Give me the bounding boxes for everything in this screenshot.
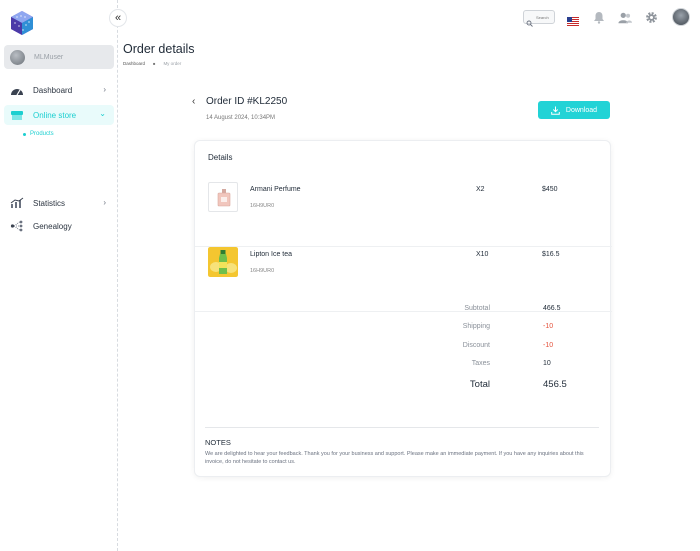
item-name: Lipton Ice tea bbox=[250, 251, 293, 258]
order-details-card: Details Armani Perfume 16H9UR0 X2 $450 L bbox=[194, 140, 612, 477]
search-input[interactable] bbox=[536, 14, 554, 20]
bullet-dot-icon bbox=[23, 132, 26, 136]
genealogy-tree-icon bbox=[10, 220, 24, 232]
sidebar-user-card[interactable]: MLMuser bbox=[4, 45, 114, 69]
item-sku: 16H9UR0 bbox=[250, 268, 275, 274]
user-name: MLMuser bbox=[34, 53, 64, 61]
product-thumbnail bbox=[208, 247, 238, 277]
statistics-chart-icon bbox=[10, 197, 24, 209]
chevron-right-icon: › bbox=[103, 198, 106, 207]
order-id: Order ID #KL2250 bbox=[206, 96, 288, 107]
chevron-down-icon: ⌄ bbox=[99, 109, 106, 118]
sidebar-item-statistics[interactable]: Statistics › bbox=[4, 193, 114, 213]
dashboard-gauge-icon bbox=[10, 84, 24, 96]
sidebar-item-label: Dashboard bbox=[33, 85, 73, 95]
summary-row-total: Total 456.5 bbox=[195, 379, 612, 391]
double-chevron-left-icon: « bbox=[114, 12, 122, 24]
sidebar-item-label: Online store bbox=[33, 110, 77, 120]
search-box[interactable] bbox=[523, 10, 555, 27]
notification-bell-icon[interactable] bbox=[592, 10, 606, 24]
sidebar-item-dashboard[interactable]: Dashboard › bbox=[4, 80, 114, 100]
page-title: Order details bbox=[123, 42, 195, 56]
list-item: Armani Perfume 16H9UR0 X2 $450 bbox=[195, 182, 612, 247]
sidebar-item-label: Genealogy bbox=[33, 221, 72, 231]
list-item: Lipton Ice tea 16H9UR0 X10 $16.5 bbox=[195, 247, 612, 312]
profile-avatar[interactable] bbox=[672, 8, 690, 26]
item-name: Armani Perfume bbox=[250, 186, 301, 193]
users-group-icon[interactable] bbox=[618, 10, 632, 24]
item-sku: 16H9UR0 bbox=[250, 203, 275, 209]
notes-title: NOTES bbox=[205, 438, 231, 447]
perfume-bottle-icon bbox=[217, 189, 231, 207]
item-price: $16.5 bbox=[542, 251, 560, 258]
user-avatar bbox=[10, 49, 25, 65]
download-icon bbox=[551, 106, 560, 115]
sidebar-item-label: Statistics bbox=[33, 198, 66, 208]
sidebar: MLMuser Dashboard › Online store ⌄ Produ… bbox=[0, 0, 118, 551]
summary-value: 466.5 bbox=[543, 305, 561, 312]
online-store-icon bbox=[10, 109, 24, 121]
summary-label: Subtotal bbox=[464, 305, 490, 312]
order-date: 14 August 2024, 10:34PM bbox=[206, 115, 276, 121]
breadcrumb: Dashboard ■ My order bbox=[123, 61, 181, 66]
summary-row-shipping: Shipping -10 bbox=[195, 323, 612, 335]
item-quantity: X2 bbox=[476, 186, 485, 193]
notes-text: We are delighted to hear your feedback. … bbox=[205, 451, 584, 465]
breadcrumb-separator-icon: ■ bbox=[153, 61, 156, 66]
summary-row-discount: Discount -10 bbox=[195, 342, 612, 354]
download-button[interactable]: Download bbox=[538, 101, 610, 119]
item-quantity: X10 bbox=[476, 251, 489, 258]
topbar bbox=[523, 8, 690, 27]
sidebar-subitem-label: Products bbox=[30, 131, 54, 137]
breadcrumb-item-dashboard[interactable]: Dashboard bbox=[123, 61, 145, 66]
item-price: $450 bbox=[542, 186, 558, 193]
breadcrumb-item-current: My order bbox=[163, 61, 182, 66]
summary-label: Shipping bbox=[462, 323, 490, 330]
summary-value: -10 bbox=[543, 342, 554, 349]
ice-tea-bottle-icon bbox=[208, 247, 238, 277]
summary-value: -10 bbox=[543, 323, 554, 330]
summary-label: Taxes bbox=[471, 360, 490, 367]
chevron-right-icon: › bbox=[103, 85, 106, 94]
summary-row-subtotal: Subtotal 466.5 bbox=[195, 305, 612, 317]
summary-label: Discount bbox=[462, 342, 490, 349]
details-title: Details bbox=[208, 153, 233, 162]
download-label: Download bbox=[565, 106, 598, 114]
summary-value: 456.5 bbox=[543, 379, 567, 390]
search-icon bbox=[526, 14, 533, 27]
sidebar-collapse-button[interactable]: « bbox=[109, 9, 127, 27]
us-flag-icon[interactable] bbox=[567, 13, 579, 26]
notes-divider bbox=[205, 427, 599, 428]
sidebar-item-genealogy[interactable]: Genealogy bbox=[4, 216, 114, 236]
app-logo-icon[interactable] bbox=[10, 10, 34, 36]
product-thumbnail bbox=[208, 182, 238, 212]
sidebar-subitem-products[interactable]: Products bbox=[23, 131, 54, 137]
settings-gear-icon[interactable] bbox=[644, 10, 658, 24]
sidebar-item-online-store[interactable]: Online store ⌄ bbox=[4, 105, 114, 125]
summary-value: 10 bbox=[543, 360, 551, 367]
summary-label: Total bbox=[469, 379, 490, 390]
back-chevron-icon[interactable]: ‹ bbox=[192, 96, 195, 107]
summary-row-taxes: Taxes 10 bbox=[195, 360, 612, 372]
